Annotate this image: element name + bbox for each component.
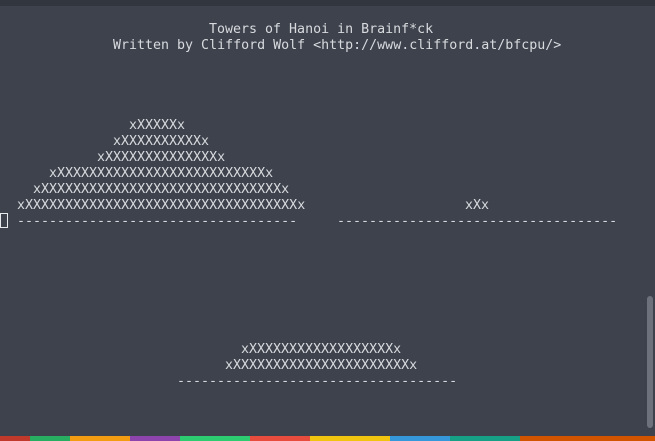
program-credit: Written by Clifford Wolf <http://www.cli… [113,38,562,53]
tower-left-disk: xXXXXXx [129,118,186,133]
terminal-cursor [0,213,8,228]
tower-right-base: ----------------------------------- [337,214,618,229]
tower-left-disk: xXXXXXXXXXXXXXXXXXXXXXXXXXXx [49,166,274,181]
window-top-edge [0,0,655,6]
tower-left-disk: xXXXXXXXXXXXXXXXXXXXXXXXXXXXXXXx [33,182,290,197]
tower-left-disk: xXXXXXXXXXXXXXXx [97,150,226,165]
tower-bottom-disk: xXXXXXXXXXXXXXXXXXXXXXXx [225,358,418,373]
tower-right-disk: xXx [465,198,490,213]
scrollbar-thumb[interactable] [647,296,653,428]
tower-left-disk: xXXXXXXXXXXXXXXXXXXXXXXXXXXXXXXXXXXx [17,198,306,213]
tower-left-disk: xXXXXXXXXXXx [113,134,210,149]
tower-left-base: ----------------------------------- [17,214,298,229]
program-title: Towers of Hanoi in Brainf*ck [209,22,434,37]
tower-bottom-base: ----------------------------------- [177,374,458,389]
tower-bottom-disk: xXXXXXXXXXXXXXXXXXXx [241,342,402,357]
desktop-strip [0,436,655,441]
terminal-window[interactable]: Towers of Hanoi in Brainf*ck Written by … [0,0,655,441]
